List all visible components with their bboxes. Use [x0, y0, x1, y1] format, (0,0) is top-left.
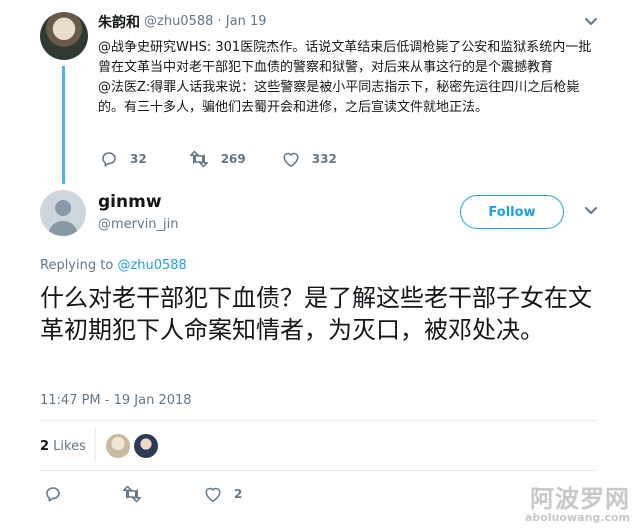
author-handle[interactable]: @mervin_jin: [98, 217, 179, 232]
follow-button[interactable]: Follow: [460, 195, 564, 229]
tweet-timestamp[interactable]: 11:47 PM - 19 Jan 2018: [40, 393, 192, 408]
like-button[interactable]: 2: [204, 486, 242, 503]
replying-to: Replying to @zhu0588: [40, 258, 187, 273]
tweet-actions: 2: [44, 484, 242, 504]
likes-label: Likes: [49, 439, 86, 454]
retweet-button[interactable]: [122, 485, 142, 503]
reply-icon: [46, 487, 60, 502]
author-name[interactable]: ginmw: [98, 192, 162, 212]
replying-to-link[interactable]: @zhu0588: [117, 258, 186, 273]
default-avatar-icon: [48, 200, 78, 236]
avatar[interactable]: [40, 190, 86, 236]
author-handle[interactable]: @zhu0588: [144, 14, 213, 29]
heart-icon: [205, 487, 221, 502]
like-button[interactable]: 332: [282, 151, 337, 168]
divider: [95, 428, 96, 462]
divider: [40, 420, 598, 421]
watermark: 阿波罗网 aboluowang.com: [525, 486, 630, 524]
liker-avatar[interactable]: [106, 434, 130, 458]
watermark-url: aboluowang.com: [524, 511, 630, 524]
tweet-date[interactable]: · Jan 19: [218, 14, 267, 29]
tweet-text-paragraph: @法医Z:得罪人话我来说：这些警察是被小平同志指示下，秘密先运往四川之后枪毙的。…: [98, 80, 580, 115]
chevron-down-icon[interactable]: [584, 205, 598, 219]
retweet-icon: [189, 150, 208, 168]
retweet-icon: [123, 485, 141, 503]
reply-icon: [102, 152, 116, 167]
likes-count: 2: [40, 439, 50, 454]
reply-count: 32: [130, 152, 147, 166]
author-name[interactable]: 朱韵和: [98, 12, 140, 32]
tweet-text-paragraph: @战争史研究WHS: 301医院杰作。话说文革结束后低调枪毙了公安和监狱系统内一…: [98, 40, 592, 75]
tweet-text: @战争史研究WHS: 301医院杰作。话说文革结束后低调枪毙了公安和监狱系统内一…: [98, 38, 594, 118]
likes-count-link[interactable]: 2 Likes: [40, 439, 86, 454]
tweet-text: 什么对老干部犯下血债？是了解这些老干部子女在文革初期犯下人命案知情者，为灭口，被…: [40, 284, 592, 344]
reply-button[interactable]: [44, 485, 62, 503]
like-count: 2: [234, 487, 243, 501]
retweet-button[interactable]: 269: [189, 150, 246, 168]
avatar[interactable]: [40, 12, 88, 60]
liker-avatar[interactable]: [134, 434, 158, 458]
retweet-count: 269: [220, 152, 246, 166]
chevron-down-icon[interactable]: [584, 16, 598, 30]
author-handle-date[interactable]: @zhu0588 · Jan 19: [144, 14, 267, 29]
watermark-title: 阿波罗网: [530, 485, 630, 513]
heart-icon: [283, 152, 299, 167]
thread-connector-line: [62, 66, 65, 184]
divider: [40, 470, 598, 471]
reply-button[interactable]: 32: [100, 150, 147, 168]
tweet-actions: 32 269 332: [100, 150, 337, 168]
like-count: 332: [311, 152, 337, 166]
replying-to-prefix: Replying to: [40, 258, 118, 273]
